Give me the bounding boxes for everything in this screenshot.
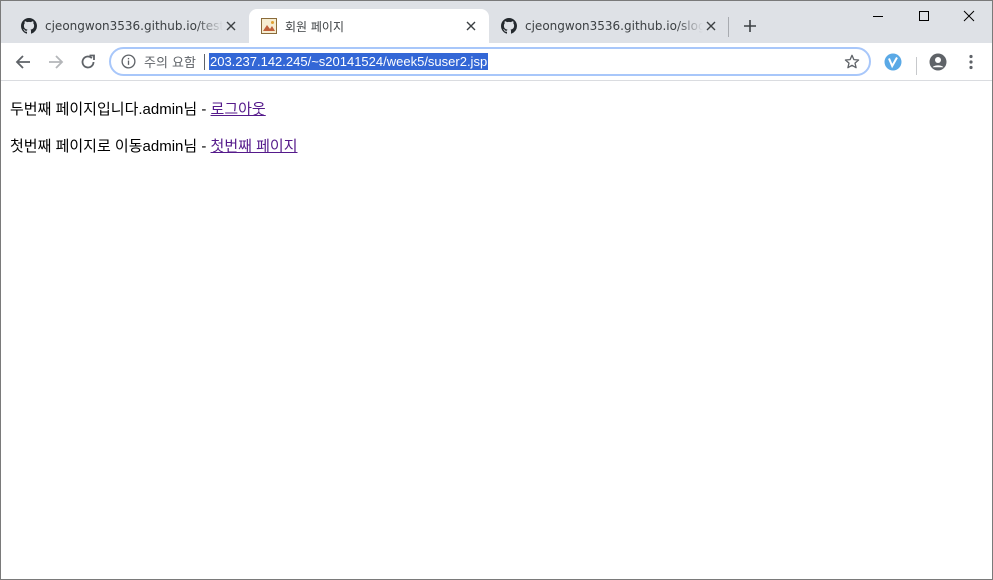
extension-v-icon [884, 53, 902, 71]
maximize-icon [919, 11, 929, 21]
greeting-text: 두번째 페이지입니다.admin님 - [10, 101, 211, 118]
tab-member-page[interactable]: 회원 페이지 [249, 9, 489, 43]
page-content: 두번째 페이지입니다.admin님 - 로그아웃 첫번째 페이지로 이동admi… [1, 81, 992, 579]
maximize-button[interactable] [901, 1, 947, 31]
new-tab-button[interactable] [739, 15, 761, 37]
arrow-left-icon [15, 55, 30, 69]
account-circle-icon [929, 53, 947, 71]
extension-button[interactable] [880, 49, 906, 75]
browser-toolbar: 주의 요함 203.237.142.245/~s20141524/week5/s… [1, 43, 992, 81]
plus-icon [744, 20, 756, 32]
close-tab-icon[interactable] [703, 18, 719, 34]
url-text[interactable]: 203.237.142.245/~s20141524/week5/suser2.… [208, 53, 489, 70]
minimize-icon [873, 16, 883, 17]
menu-button[interactable] [958, 49, 984, 75]
forward-button[interactable] [43, 49, 69, 75]
close-window-button[interactable] [946, 1, 992, 31]
back-button[interactable] [10, 49, 36, 75]
tab-github-slogin[interactable]: cjeongwon3536.github.io/slogin [489, 9, 729, 43]
tab-strip: cjeongwon3536.github.io/test/1( 회원 페이지 c… [1, 1, 992, 43]
reload-button[interactable] [75, 49, 101, 75]
tab-title: cjeongwon3536.github.io/slogin [525, 19, 703, 33]
tab-title: cjeongwon3536.github.io/test/1( [45, 19, 223, 33]
navigation-text: 첫번째 페이지로 이동admin님 - [10, 138, 211, 155]
info-icon[interactable] [120, 54, 136, 70]
tab-separator [728, 17, 729, 37]
omnibox-divider [203, 53, 205, 70]
toolbar-separator [916, 57, 917, 75]
security-warning-label[interactable]: 주의 요함 [144, 52, 196, 71]
minimize-button[interactable] [855, 1, 901, 31]
image-favicon-icon [261, 18, 277, 34]
close-tab-icon[interactable] [223, 18, 239, 34]
close-tab-icon[interactable] [463, 18, 479, 34]
reload-icon [81, 54, 95, 69]
content-line-2: 첫번째 페이지로 이동admin님 - 첫번째 페이지 [10, 135, 298, 156]
more-vert-icon [969, 54, 973, 70]
tab-github-test[interactable]: cjeongwon3536.github.io/test/1( [9, 9, 249, 43]
bookmark-star-icon[interactable] [843, 53, 861, 71]
github-icon [21, 18, 37, 34]
profile-button[interactable] [925, 49, 951, 75]
close-icon [963, 10, 975, 22]
logout-link[interactable]: 로그아웃 [211, 101, 266, 118]
arrow-right-icon [49, 55, 64, 69]
address-bar[interactable]: 주의 요함 203.237.142.245/~s20141524/week5/s… [109, 47, 871, 76]
github-icon [501, 18, 517, 34]
tab-title: 회원 페이지 [285, 19, 345, 34]
content-line-1: 두번째 페이지입니다.admin님 - 로그아웃 [10, 98, 266, 119]
first-page-link[interactable]: 첫번째 페이지 [211, 138, 298, 155]
